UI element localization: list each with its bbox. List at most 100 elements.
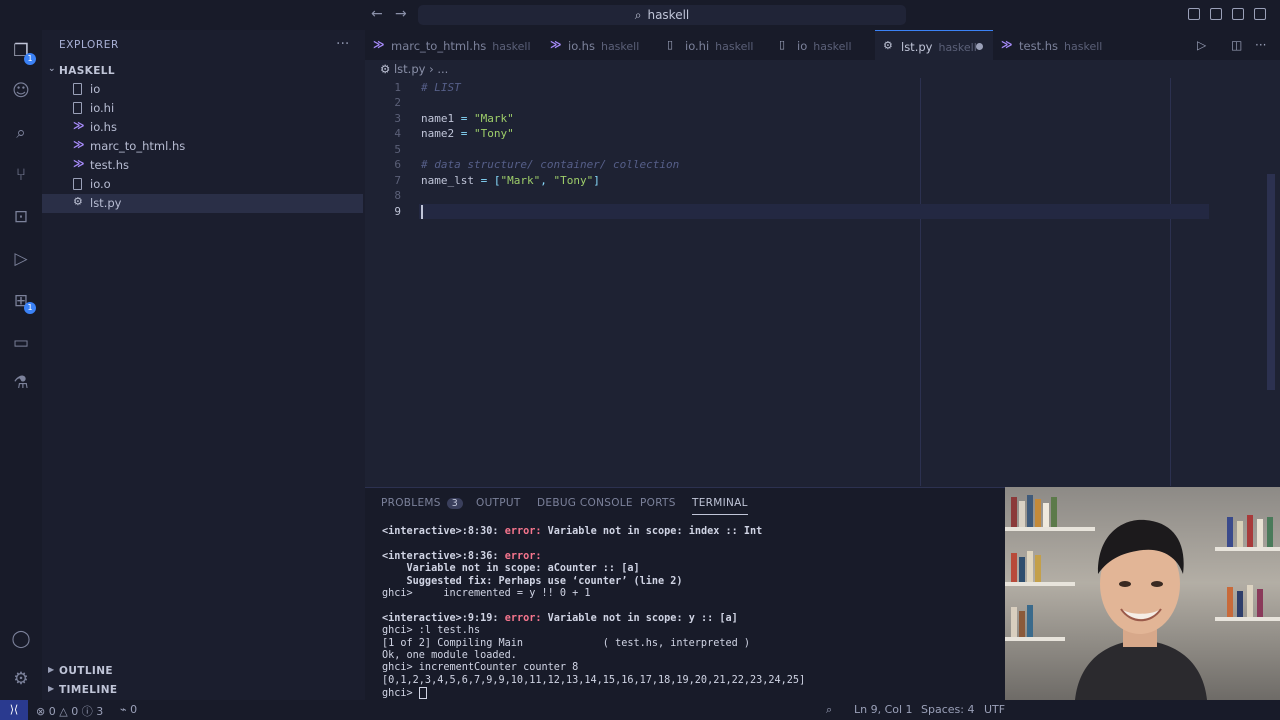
problems-count-badge: 3 [446, 498, 464, 509]
cursor-position[interactable]: Ln 9, Col 1 [854, 703, 913, 716]
file-row-marc-to-html[interactable]: ≫ marc_to_html.hs [42, 137, 363, 156]
forward-arrow-icon[interactable]: → [395, 6, 407, 22]
python-file-icon: ⚙ [73, 195, 83, 208]
command-center-label: haskell [647, 8, 690, 22]
run-debug-icon[interactable]: ▷ [10, 248, 32, 270]
haskell-file-icon: ≫ [550, 38, 562, 51]
zoom-icon[interactable]: ⌕ [826, 703, 832, 717]
editor-ruler [920, 78, 921, 486]
terminal-output[interactable]: <interactive>:8:30: error: Variable not … [382, 526, 805, 701]
line-number: 6 [394, 158, 401, 171]
file-row-io-hi[interactable]: io.hi [42, 99, 363, 118]
tab-description: haskell [1064, 40, 1103, 53]
tab-description: haskell [715, 40, 754, 53]
terminal-line: ghci> incremented = y !! 0 + 1 [382, 588, 591, 600]
tab-label: io [797, 39, 808, 53]
tab-io-hi[interactable]: ▯ io.hi haskell [659, 30, 759, 60]
source-control-icon[interactable]: ⑂ [10, 164, 32, 186]
line-number: 8 [394, 189, 401, 202]
file-row-test-hs[interactable]: ≫ test.hs [42, 156, 363, 175]
code-line: name1 = "Mark" [421, 112, 514, 125]
tab-io[interactable]: ▯ io haskell [771, 30, 861, 60]
tab-problems[interactable]: PROBLEMS 3 [381, 497, 464, 509]
file-name: io.hi [90, 101, 115, 115]
split-editor-icon[interactable]: ◫ [1231, 38, 1242, 52]
file-icon: ▯ [667, 38, 674, 51]
remote-window-icon[interactable]: ▭ [10, 332, 32, 354]
toggle-sidebar-icon[interactable] [1188, 8, 1200, 20]
settings-gear-icon[interactable]: ⚙ [10, 668, 32, 690]
folder-header[interactable]: ⌄ HASKELL [42, 63, 365, 81]
file-row-lst-py[interactable]: ⚙ lst.py [42, 194, 363, 213]
tab-debug-console[interactable]: DEBUG CONSOLE [537, 497, 633, 509]
testing-flask-icon[interactable]: ⚗ [10, 372, 32, 394]
tab-marc-to-html[interactable]: ≫ marc_to_html.hs haskell [365, 30, 531, 60]
broadcast-icon: ⌁ [120, 703, 127, 716]
editor-tab-bar: ≫ marc_to_html.hs haskell ≫ io.hs haskell … [365, 30, 1280, 60]
back-arrow-icon[interactable]: ← [371, 6, 383, 22]
chevron-right-icon: ▶ [48, 684, 55, 693]
tab-label: PROBLEMS [381, 497, 441, 509]
command-center-search[interactable]: ⌕ haskell [418, 5, 906, 25]
run-file-icon[interactable]: ▷ [1197, 38, 1206, 52]
tab-label: io.hs [568, 39, 595, 53]
terminal-line: [1 of 2] Compiling Main ( test.hs, inter… [382, 637, 751, 649]
explorer-badge: 1 [24, 53, 36, 65]
terminal-line: <interactive>:9:19: error: Variable not … [382, 612, 738, 624]
breadcrumb-file[interactable]: lst.py [394, 62, 425, 76]
tab-lst-py[interactable]: ⚙ lst.py haskell [875, 30, 993, 60]
tab-description: haskell [938, 41, 977, 54]
extensions-badge: 1 [24, 302, 36, 314]
tab-terminal[interactable]: TERMINAL [692, 497, 748, 515]
terminal-line: <interactive>:8:30: error: Variable not … [382, 526, 763, 537]
tab-ports[interactable]: PORTS [640, 497, 676, 509]
terminal-line: ghci> incrementCounter counter 8 [382, 662, 579, 674]
breadcrumb-rest[interactable]: ... [437, 62, 448, 76]
file-row-io-o[interactable]: io.o [42, 175, 363, 194]
timeline-section[interactable]: ▶ TIMELINE [42, 681, 365, 700]
file-name: io [90, 82, 101, 96]
search-view-icon[interactable]: ⌕ [10, 122, 32, 144]
account-icon[interactable]: ◯ [10, 628, 32, 650]
ports-status[interactable]: ⌁ 0 [120, 703, 137, 716]
editor-scrollbar[interactable] [1267, 174, 1275, 390]
more-actions-icon[interactable]: ··· [336, 36, 349, 52]
toggle-secondary-sidebar-icon[interactable] [1232, 8, 1244, 20]
warning-icon: △ [59, 705, 68, 718]
code-editor[interactable]: 1 # LIST 2 3 name1 = "Mark" 4 name2 = "T… [365, 78, 1280, 486]
title-bar: ← → ⌕ haskell [0, 0, 1280, 30]
problems-status[interactable]: ⊗ 0 △ 0 ⓘ 3 [36, 703, 103, 719]
remote-indicator-icon[interactable]: ⟩⟨ [0, 700, 28, 720]
file-row-io-hs[interactable]: ≫ io.hs [42, 118, 363, 137]
outline-label: OUTLINE [59, 665, 113, 677]
file-name: io.hs [90, 120, 117, 134]
presenter-video [1075, 519, 1207, 700]
tab-label: marc_to_html.hs [391, 39, 487, 53]
tab-label: io.hi [685, 39, 710, 53]
tab-io-hs[interactable]: ≫ io.hs haskell [542, 30, 642, 60]
copilot-icon[interactable]: ☺ [10, 80, 32, 102]
tab-test-hs[interactable]: ≫ test.hs haskell [993, 30, 1103, 60]
breadcrumb: ⚙ lst.py › ... [380, 62, 448, 76]
activity-bar: ❐ 1 ☺ ⌕ ⑂ ⊡ ▷ ⊞ 1 ▭ ⚗ ◯ ⚙ [0, 30, 42, 700]
remote-explorer-icon[interactable]: ⊡ [10, 206, 32, 228]
tab-output[interactable]: OUTPUT [476, 497, 521, 509]
error-icon: ⊗ [36, 705, 46, 718]
file-row-io[interactable]: io [42, 80, 363, 99]
haskell-file-icon: ≫ [373, 38, 385, 51]
indentation-status[interactable]: Spaces: 4 [921, 703, 974, 716]
encoding-status[interactable]: UTF [984, 703, 1005, 716]
timeline-label: TIMELINE [59, 684, 118, 696]
more-actions-icon[interactable]: ··· [1255, 38, 1266, 52]
line-number: 9 [394, 205, 401, 218]
terminal-line: Variable not in scope: aCounter :: [a] [382, 563, 640, 575]
outline-section[interactable]: ▶ OUTLINE [42, 662, 365, 681]
file-name: marc_to_html.hs [90, 139, 186, 153]
customize-layout-icon[interactable] [1254, 8, 1266, 20]
editor-ruler [1170, 78, 1171, 486]
python-file-icon: ⚙ [380, 62, 391, 76]
bookshelf [1215, 617, 1280, 621]
file-icon [73, 178, 82, 190]
toggle-panel-icon[interactable] [1210, 8, 1222, 20]
unsaved-dot-icon[interactable] [976, 43, 983, 50]
